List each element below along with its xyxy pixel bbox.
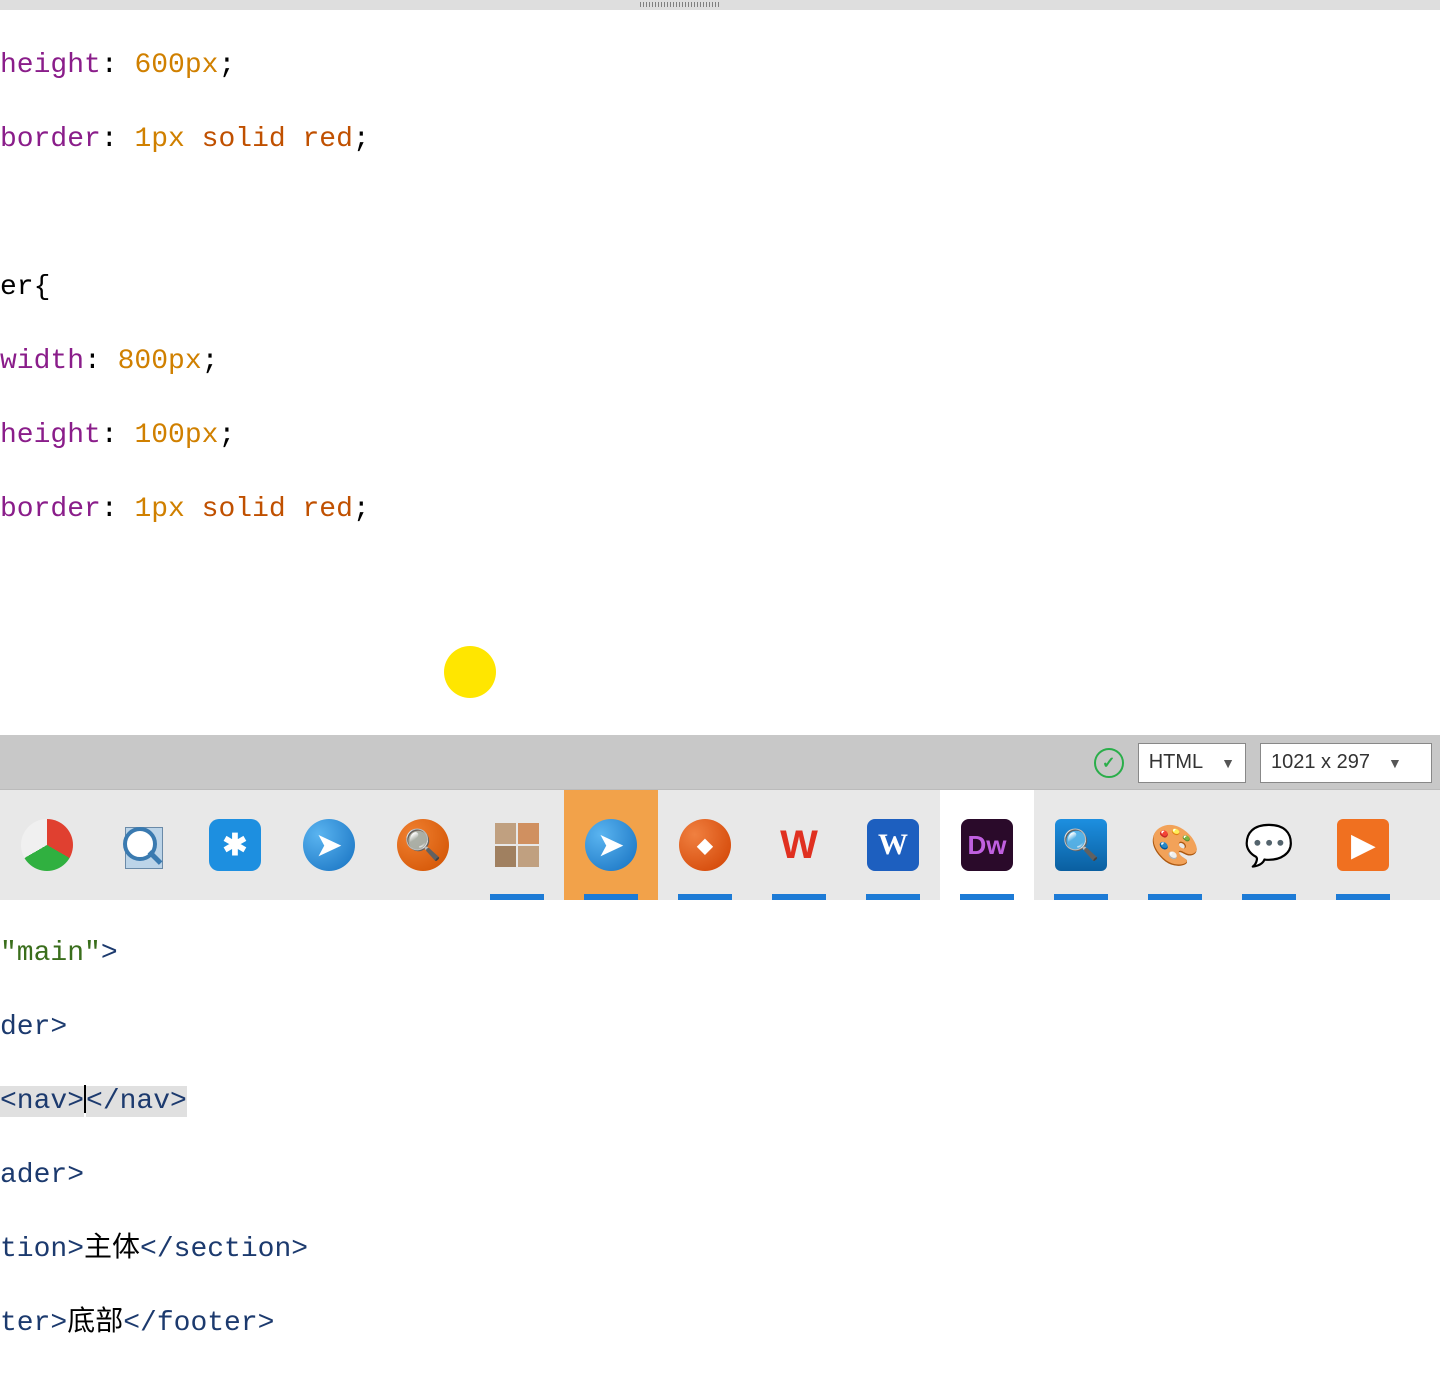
taskbar-item-paint[interactable]: 🎨	[1128, 790, 1222, 900]
validation-ok-icon[interactable]	[1094, 748, 1124, 778]
chevron-down-icon: ▼	[1221, 755, 1235, 771]
taskbar-item-dingtalk-active[interactable]: ➤	[564, 790, 658, 900]
diamond-icon	[679, 819, 731, 871]
taskbar-item-word[interactable]: W	[846, 790, 940, 900]
wechat-icon: 💬	[1243, 819, 1295, 871]
code-token: height	[0, 50, 101, 81]
taskbar-item-photos[interactable]	[470, 790, 564, 900]
taskbar-item-page-viewer[interactable]	[94, 790, 188, 900]
windows-taskbar[interactable]: ✱ ➤ 🔍 ➤ W W Dw 🔍 🎨 💬 ▶	[0, 789, 1440, 900]
taskbar-item-wps[interactable]: W	[752, 790, 846, 900]
wps-icon: W	[773, 819, 825, 871]
taskbar-item-dreamweaver[interactable]: Dw	[940, 790, 1034, 900]
taskbar-item-wechat[interactable]: 💬	[1222, 790, 1316, 900]
code-editor[interactable]: height: 600px; border: 1px solid red; er…	[0, 10, 1440, 735]
play-icon: ▶	[1337, 819, 1389, 871]
viewport-size-selector[interactable]: 1021 x 297 ▼	[1260, 743, 1432, 783]
paint-icon: 🎨	[1149, 819, 1201, 871]
taskbar-item-everything[interactable]: 🔍	[376, 790, 470, 900]
taskbar-item-video-player[interactable]: ▶	[1316, 790, 1410, 900]
window-drag-handle[interactable]	[0, 0, 1440, 10]
taskbar-item-star-app[interactable]: ✱	[188, 790, 282, 900]
taskbar-item-image-viewer[interactable]: 🔍	[1034, 790, 1128, 900]
cursor-highlight-indicator	[444, 646, 496, 698]
taskbar-item-dingtalk[interactable]: ➤	[282, 790, 376, 900]
chevron-down-icon: ▼	[1388, 755, 1402, 771]
viewport-size-label: 1021 x 297	[1271, 751, 1370, 774]
search-icon: 🔍	[397, 819, 449, 871]
dreamweaver-icon: Dw	[961, 819, 1013, 871]
dingtalk-icon: ➤	[585, 819, 637, 871]
taskbar-item-diamond[interactable]	[658, 790, 752, 900]
dingtalk-icon: ➤	[303, 819, 355, 871]
word-icon: W	[867, 819, 919, 871]
photos-icon	[495, 823, 539, 867]
status-bar: HTML ▼ 1021 x 297 ▼	[0, 735, 1440, 790]
magnifier-page-icon	[119, 823, 163, 867]
language-selector[interactable]: HTML ▼	[1138, 743, 1246, 783]
star-icon: ✱	[209, 819, 261, 871]
image-viewer-icon: 🔍	[1055, 819, 1107, 871]
tuji-icon	[21, 819, 73, 871]
language-label: HTML	[1149, 751, 1203, 774]
taskbar-item-tuji[interactable]	[0, 790, 94, 900]
